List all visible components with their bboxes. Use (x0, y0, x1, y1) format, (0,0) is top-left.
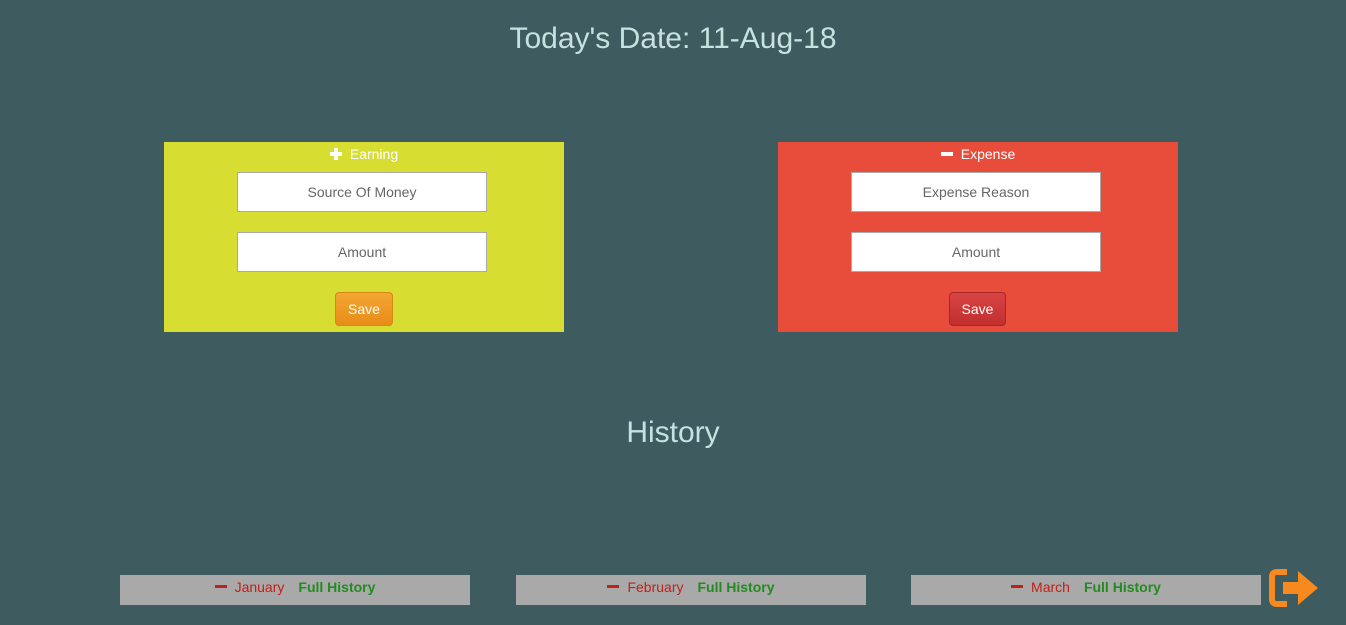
collapse-minus-icon[interactable] (1011, 585, 1024, 588)
month-bar-february: February Full History (516, 575, 866, 605)
history-title: History (626, 416, 720, 449)
expense-title: Expense (960, 146, 1016, 162)
earning-header: Earning (164, 146, 564, 162)
month-name: February (627, 579, 684, 595)
month-name: January (234, 579, 285, 595)
expense-amount-input[interactable] (851, 232, 1101, 272)
expense-save-button[interactable]: Save (949, 292, 1006, 326)
full-history-link[interactable]: Full History (698, 579, 775, 595)
logout-icon (1269, 569, 1318, 607)
month-bar-march: March Full History (911, 575, 1261, 605)
earning-panel: Earning Save (164, 142, 564, 332)
minus-icon (940, 148, 953, 160)
expense-panel: Expense Save (778, 142, 1178, 332)
logout-button[interactable] (1268, 568, 1320, 608)
full-history-link[interactable]: Full History (298, 579, 375, 595)
collapse-minus-icon[interactable] (214, 585, 227, 588)
full-history-link[interactable]: Full History (1084, 579, 1161, 595)
source-of-money-input[interactable] (237, 172, 487, 212)
earning-save-button[interactable]: Save (335, 292, 393, 326)
plus-icon (329, 148, 342, 160)
month-bar-january: January Full History (120, 575, 470, 605)
expense-header: Expense (778, 146, 1178, 162)
earning-amount-input[interactable] (237, 232, 487, 272)
expense-reason-input[interactable] (851, 172, 1101, 212)
collapse-minus-icon[interactable] (607, 585, 620, 588)
page-title: Today's Date: 11-Aug-18 (509, 22, 837, 55)
month-name: March (1031, 579, 1070, 595)
earning-title: Earning (349, 146, 399, 162)
